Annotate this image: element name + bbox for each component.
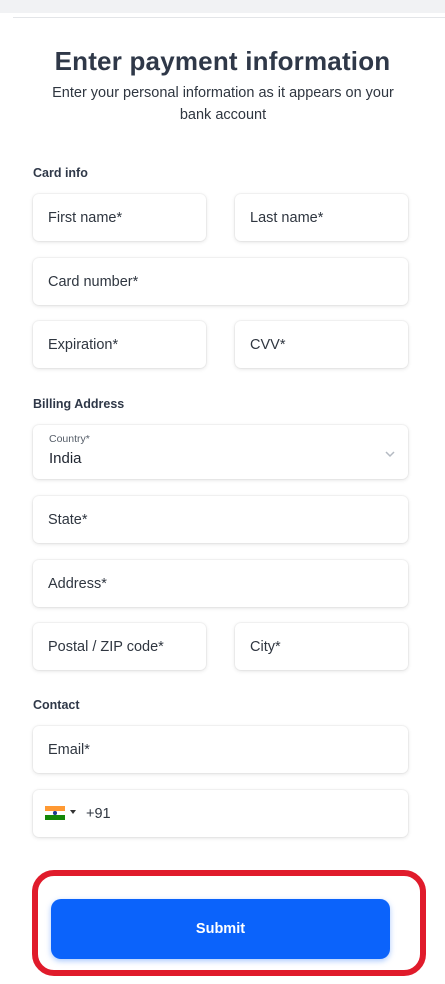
- card-number-field[interactable]: Card number*: [33, 258, 408, 305]
- cvv-field[interactable]: CVV*: [235, 321, 408, 368]
- chevron-down-icon: [385, 451, 395, 458]
- section-heading-contact: Contact: [33, 698, 80, 712]
- section-heading-billing-address: Billing Address: [33, 397, 125, 411]
- page-subtitle: Enter your personal information as it ap…: [52, 85, 394, 123]
- country-code-caret-icon[interactable]: [70, 810, 76, 814]
- browser-top-strip: [0, 0, 445, 13]
- divider: [13, 17, 445, 18]
- postal-code-field[interactable]: Postal / ZIP code*: [33, 623, 206, 670]
- email-field[interactable]: Email*: [33, 726, 408, 773]
- email-placeholder: Email*: [48, 741, 90, 758]
- first-name-placeholder: First name*: [48, 209, 123, 226]
- phone-field[interactable]: +91: [33, 790, 408, 837]
- country-value: India: [49, 450, 82, 467]
- phone-dial-code: +91: [86, 805, 111, 822]
- city-placeholder: City*: [250, 638, 281, 655]
- state-field[interactable]: State*: [33, 496, 408, 543]
- card-number-placeholder: Card number*: [48, 273, 139, 290]
- country-label: Country*: [49, 433, 90, 445]
- page-title: Enter payment information: [54, 46, 391, 76]
- state-placeholder: State*: [48, 511, 88, 528]
- city-field[interactable]: City*: [235, 623, 408, 670]
- india-flag-icon[interactable]: [45, 806, 65, 820]
- address-placeholder: Address*: [48, 575, 107, 592]
- first-name-field[interactable]: First name*: [33, 194, 206, 241]
- last-name-placeholder: Last name*: [250, 209, 324, 226]
- expiration-placeholder: Expiration*: [48, 336, 119, 353]
- postal-code-placeholder: Postal / ZIP code*: [48, 638, 164, 655]
- section-heading-card-info: Card info: [33, 166, 88, 180]
- address-field[interactable]: Address*: [33, 560, 408, 607]
- cvv-placeholder: CVV*: [250, 336, 286, 353]
- last-name-field[interactable]: Last name*: [235, 194, 408, 241]
- country-select[interactable]: Country* India: [33, 425, 408, 479]
- expiration-field[interactable]: Expiration*: [33, 321, 206, 368]
- submit-button[interactable]: Submit: [51, 899, 390, 959]
